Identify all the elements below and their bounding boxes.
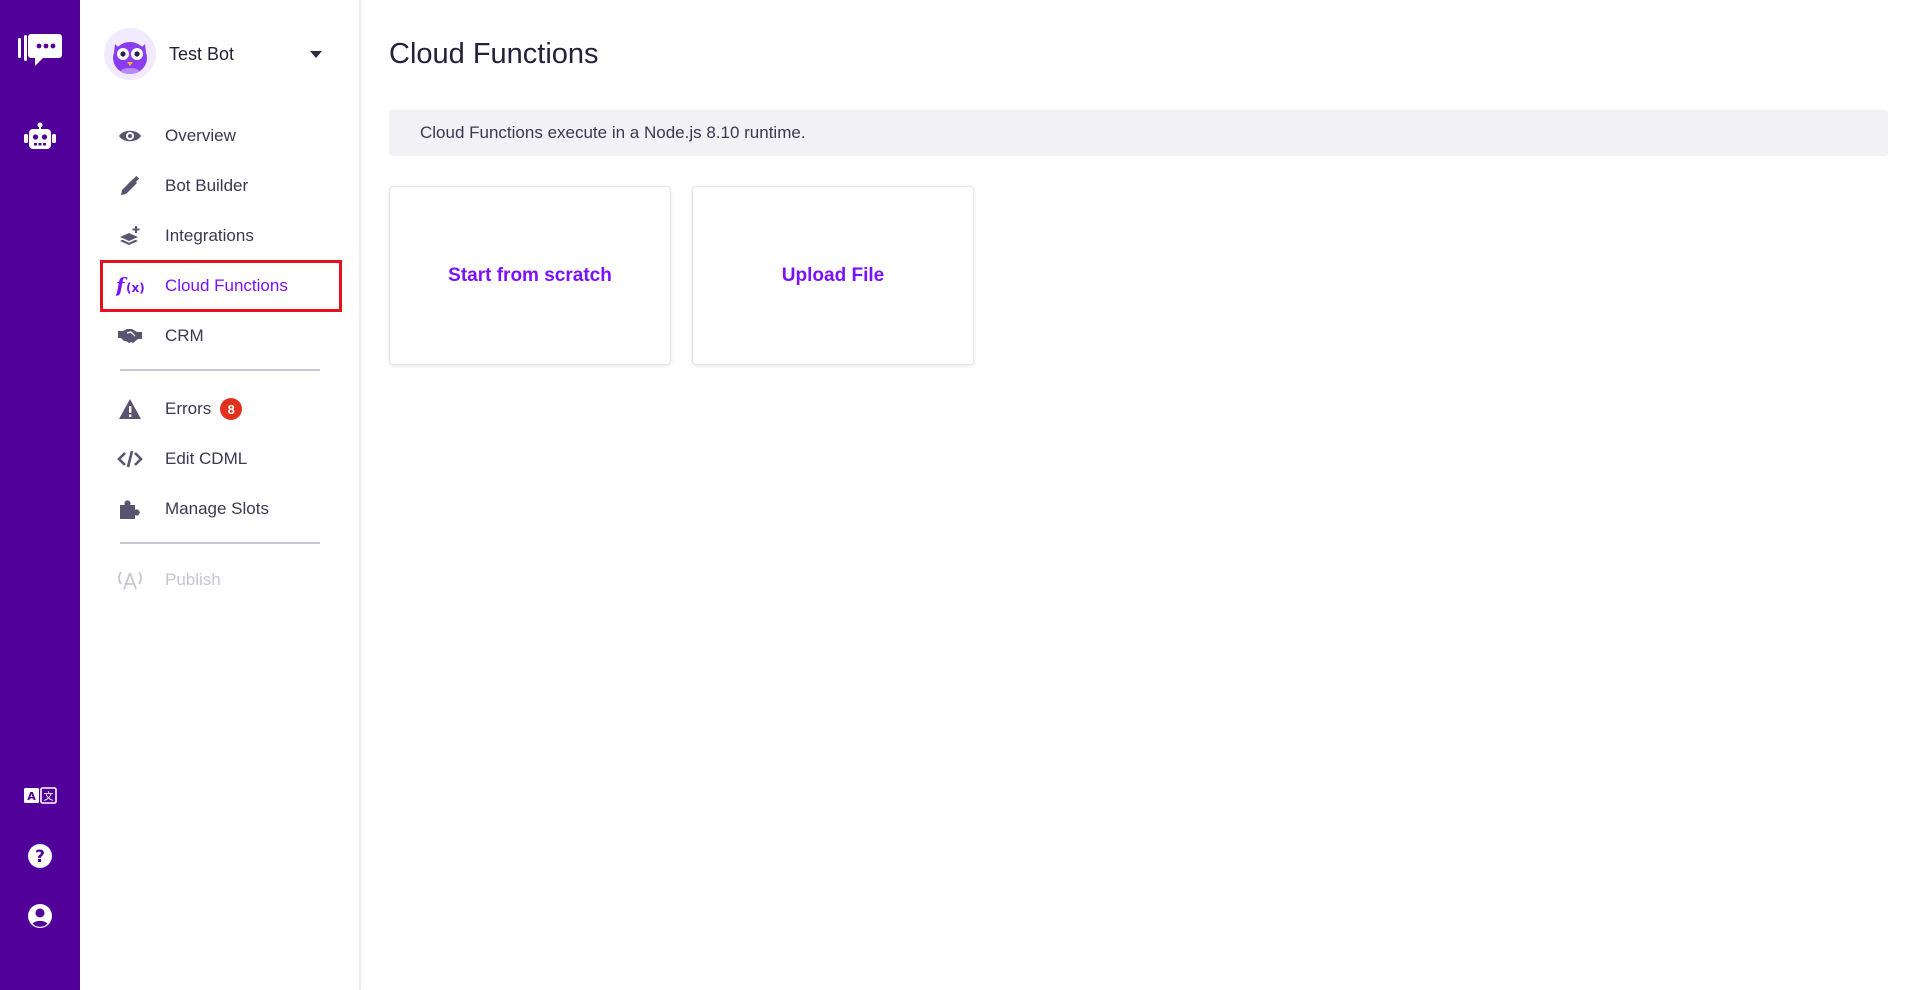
left-rail: A 文 ? — [0, 0, 80, 990]
broadcast-icon — [116, 569, 144, 591]
sidebar-item-label: Overview — [165, 126, 236, 145]
chevron-down-icon[interactable] — [310, 50, 322, 58]
sidebar-item-edit-cdml[interactable]: Edit CDML — [100, 434, 342, 484]
sidebar-item-label: Integrations — [165, 226, 254, 245]
sidebar-item-label: Cloud Functions — [165, 276, 288, 295]
pencil-icon — [116, 175, 144, 197]
svg-text:?: ? — [35, 847, 45, 867]
bot-avatar — [104, 28, 156, 80]
app-root: A 文 ? Test Bot Overview Bot Builder Inte… — [0, 0, 1920, 990]
svg-text:文: 文 — [44, 790, 54, 803]
eye-icon — [116, 128, 144, 144]
upload-file-card[interactable]: Upload File — [692, 186, 974, 365]
sidebar-item-label: CRM — [165, 326, 204, 345]
sidebar-item-label: Errors — [165, 399, 212, 418]
account-icon[interactable] — [0, 902, 80, 930]
runtime-info-text: Cloud Functions execute in a Node.js 8.1… — [420, 123, 806, 142]
code-icon — [116, 449, 144, 469]
function-icon: f (x) — [116, 274, 144, 298]
sidebar-item-bot-builder[interactable]: Bot Builder — [100, 161, 342, 211]
layers-plus-icon — [116, 225, 144, 247]
page-title: Cloud Functions — [389, 38, 599, 70]
robot-icon[interactable] — [0, 118, 80, 154]
bot-selector[interactable]: Test Bot — [104, 26, 336, 82]
warning-icon — [116, 398, 144, 420]
sidebar-item-label: Manage Slots — [165, 499, 269, 518]
sidebar-item-cloud-functions[interactable]: f (x) Cloud Functions — [100, 260, 342, 312]
bot-name: Test Bot — [169, 43, 235, 64]
start-from-scratch-label: Start from scratch — [448, 264, 612, 286]
sidebar-item-crm[interactable]: CRM — [100, 311, 342, 361]
sidebar: Test Bot Overview Bot Builder Integratio… — [80, 0, 361, 990]
sidebar-divider — [120, 542, 320, 544]
sidebar-item-label: Edit CDML — [165, 449, 248, 468]
puzzle-icon — [116, 498, 144, 520]
sidebar-item-overview[interactable]: Overview — [100, 111, 342, 161]
sidebar-divider — [120, 369, 320, 371]
error-count-badge: 8 — [220, 398, 243, 420]
sidebar-item-label: Publish — [165, 570, 221, 589]
help-icon[interactable]: ? — [0, 842, 80, 870]
svg-text:A: A — [27, 790, 36, 803]
handshake-icon — [116, 327, 144, 345]
main-content: Cloud Functions Cloud Functions execute … — [389, 0, 1889, 990]
runtime-info-banner: Cloud Functions execute in a Node.js 8.1… — [389, 110, 1888, 156]
chat-logo-icon[interactable] — [0, 28, 80, 72]
upload-file-label: Upload File — [781, 264, 885, 286]
svg-text:(x): (x) — [126, 281, 144, 295]
translate-icon[interactable]: A 文 — [0, 784, 80, 808]
sidebar-item-errors[interactable]: Errors 8 — [100, 384, 342, 434]
sidebar-item-manage-slots[interactable]: Manage Slots — [100, 484, 342, 534]
sidebar-item-label: Bot Builder — [165, 176, 249, 195]
sidebar-item-integrations[interactable]: Integrations — [100, 211, 342, 261]
start-from-scratch-card[interactable]: Start from scratch — [389, 186, 671, 365]
sidebar-item-publish[interactable]: Publish — [100, 555, 342, 605]
